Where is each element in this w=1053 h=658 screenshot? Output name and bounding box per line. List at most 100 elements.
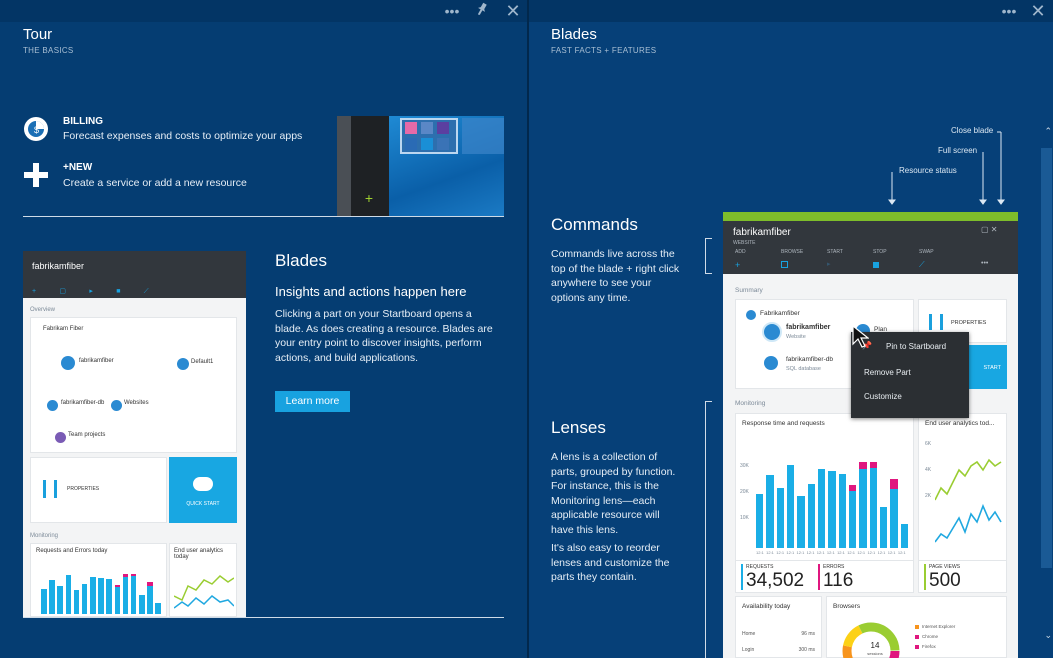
scroll-up-icon[interactable]: ⌃ (1044, 126, 1052, 137)
lenses-bracket (705, 401, 712, 658)
resource-name: fabrikamfiber (786, 324, 831, 331)
chart-bar (859, 461, 867, 548)
chart-bar (122, 573, 129, 614)
preview-requests-tile: Requests and Errors today (30, 543, 167, 617)
chart-bar (818, 468, 826, 548)
browsers-center-label: sessions (867, 651, 883, 656)
x-tick: 12:1 (837, 550, 845, 555)
chart-bar (828, 470, 836, 548)
pageviews-value: 500 (929, 570, 961, 591)
sample-summary: Summary (735, 287, 763, 294)
website-icon (111, 400, 122, 411)
menu-item-remove[interactable]: Remove Part (864, 368, 911, 377)
chart-bar (65, 574, 72, 614)
chart-error-bar (869, 461, 877, 468)
preview-item: Fabrikam Fiber (43, 326, 84, 332)
preview-item: Team projects (68, 432, 106, 438)
billing-icon: $ (23, 116, 49, 142)
preview-tile-title: Requests and Errors today (36, 548, 108, 554)
database-icon (47, 400, 58, 411)
preview-quickstart-label: QUICK START (186, 501, 220, 507)
sample-blade-type: WEBSITE (733, 240, 756, 246)
resource-group-icon (746, 310, 756, 320)
chart-bar (900, 523, 908, 548)
commands-bracket (705, 238, 712, 274)
close-icon[interactable]: ✕ (504, 2, 522, 20)
x-tick: 12:1 (816, 550, 825, 555)
preview-properties-tile: PROPERTIES (30, 457, 167, 523)
x-tick: 12:1 (776, 550, 785, 555)
sample-start-label: START (983, 365, 1001, 371)
availability-row-value: 300 ms (798, 647, 815, 653)
chart-bar (49, 579, 55, 614)
divider-line (23, 617, 504, 618)
add-icon: + (735, 260, 741, 270)
chart-bar (139, 594, 145, 614)
preview-overview-tile: Fabrikam Fiber fabrikamfiber Default1 fa… (30, 317, 237, 453)
svg-text:$: $ (34, 125, 39, 135)
database-icon (764, 356, 778, 370)
y-tick: 2K (925, 493, 932, 499)
menu-item-pin[interactable]: Pin to Startboard (886, 342, 946, 351)
blades-body: Clicking a part on your Startboard opens… (275, 308, 493, 364)
cloud-icon (193, 477, 213, 491)
website-icon (762, 322, 782, 342)
x-tick: 12:1 (857, 550, 866, 555)
sample-properties-label: PROPERTIES (951, 320, 987, 326)
blade-topbar: ••• ✕ (0, 0, 527, 22)
swap-icon: ⟋ (919, 260, 925, 269)
more-icon[interactable]: ••• (1000, 2, 1018, 20)
properties-icon (929, 314, 943, 330)
y-tick: 4K (925, 467, 932, 473)
preview-item: fabrikamfiber-db (61, 400, 105, 406)
chart-error-bar (859, 461, 867, 469)
chart-bar (41, 588, 47, 614)
chart-bar (73, 589, 80, 614)
billing-title: BILLING (63, 116, 103, 127)
chart-bar (776, 488, 784, 548)
website-icon (177, 358, 189, 370)
y-tick: 20K (740, 489, 749, 495)
chart-bar (756, 494, 764, 548)
x-axis: 12:1 12:1 12:1 12:1 12:1 12:1 12:1 12:1 12:1 12:1… (756, 550, 908, 558)
divider-line (23, 216, 504, 217)
pin-icon[interactable] (473, 2, 491, 20)
menu-item-customize[interactable]: Customize (864, 392, 902, 401)
stop-icon (873, 262, 879, 268)
lenses-text: A lens is a collection of parts, grouped… (551, 451, 676, 536)
legend-item: Chrome (922, 634, 939, 639)
cursor-icon (852, 324, 869, 348)
cmd-label: START (827, 249, 843, 255)
scrollbar-thumb[interactable] (1041, 148, 1052, 568)
more-icon[interactable]: ••• (443, 2, 461, 20)
callout-arrows (888, 131, 1005, 205)
scroll-down-icon[interactable]: ⌄ (1044, 630, 1052, 641)
resource-type: SQL database (786, 366, 821, 372)
chart-bar (114, 584, 121, 614)
preview-properties-label: PROPERTIES (67, 486, 100, 492)
preview-analytics-tile: End user analytics today (169, 543, 237, 617)
resource-type: Website (786, 334, 806, 340)
x-tick: 12:1 (887, 550, 896, 555)
availability-row-value: 96 ms (801, 631, 815, 637)
chart-bar (106, 579, 112, 614)
learn-more-button[interactable]: Learn more (275, 391, 350, 412)
y-tick: 10K (740, 515, 749, 521)
preview-tile-title: End user analytics today (174, 548, 224, 560)
cmd-label: ADD (735, 249, 746, 255)
legend-item: Internet Explorer (922, 624, 956, 629)
blade-title: Blades (551, 26, 597, 43)
x-tick: 12:1 (756, 550, 764, 555)
chart-error-bar (890, 479, 898, 490)
lenses-text-2: It's also easy to reorder lenses and cus… (551, 542, 670, 583)
sample-requests-chart (756, 450, 908, 548)
close-icon[interactable]: ✕ (1029, 2, 1047, 20)
chart-error-bar (130, 573, 137, 577)
preview-monitoring: Monitoring (30, 533, 59, 539)
chart-bar (838, 473, 846, 548)
chart-bar (130, 573, 137, 614)
chart-bar (890, 479, 898, 548)
cmd-label: STOP (873, 249, 887, 255)
chart-bar (880, 506, 888, 548)
chart-bar (155, 602, 161, 614)
